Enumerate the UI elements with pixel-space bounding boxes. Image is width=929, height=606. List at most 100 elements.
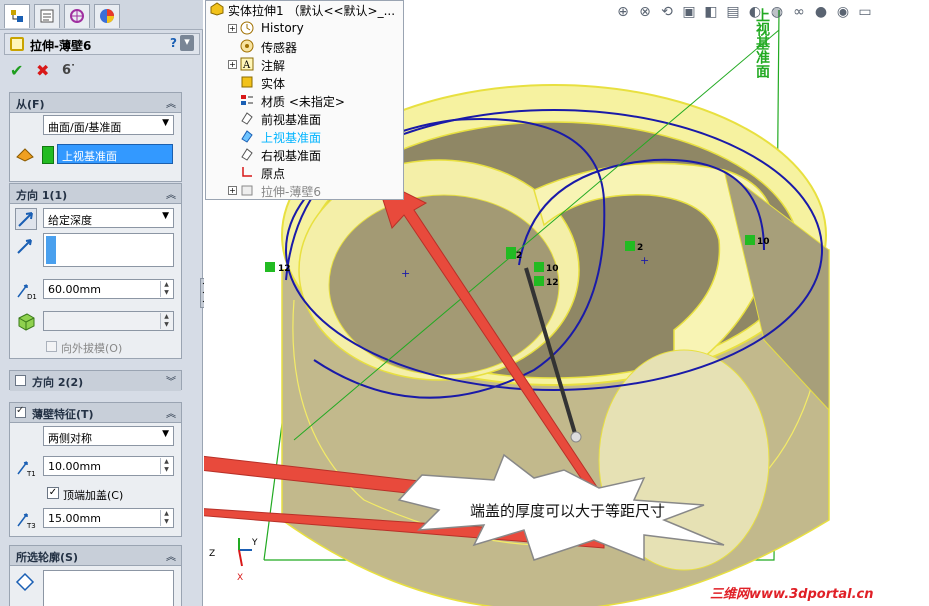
collapse-chevron-icon[interactable]: ︽ bbox=[166, 186, 176, 201]
zoom-to-fit-icon[interactable]: ⊕ bbox=[614, 4, 632, 22]
preview-glasses-button[interactable]: 6ᐝ bbox=[62, 63, 75, 78]
ok-button[interactable]: ✔ bbox=[10, 61, 23, 80]
plane-icon bbox=[241, 148, 253, 161]
tab-display-manager[interactable] bbox=[94, 4, 120, 28]
tree-item-label: 右视基准面 bbox=[261, 149, 322, 163]
display-style-icon[interactable]: ▤ bbox=[724, 4, 742, 22]
line-endpoint[interactable] bbox=[570, 431, 582, 443]
thin-feature-checkbox[interactable] bbox=[15, 405, 26, 418]
callout-text: 端盖的厚度可以大于等距尺寸 bbox=[470, 502, 666, 520]
reverse-direction-icon bbox=[18, 212, 33, 227]
view-glasses-icon[interactable]: ∞ bbox=[790, 4, 808, 22]
svg-text:2: 2 bbox=[516, 251, 522, 261]
property-icon bbox=[40, 9, 54, 23]
edit-appearance-icon[interactable]: ◍ bbox=[768, 4, 786, 22]
cap-thickness-input[interactable]: 15.00mm ▲ ▼ bbox=[43, 508, 174, 528]
annotation-icon: A bbox=[240, 57, 254, 71]
direction2-group: 方向 2(2) ︾ bbox=[9, 370, 182, 391]
configuration-icon bbox=[70, 9, 84, 23]
thickness-input[interactable]: 10.00mm ▲ ▼ bbox=[43, 456, 174, 476]
expand-icon[interactable]: + bbox=[228, 186, 237, 195]
svg-text:2: 2 bbox=[637, 243, 643, 253]
origin-icon bbox=[242, 167, 252, 177]
collapse-chevron-icon[interactable]: ︽ bbox=[166, 95, 176, 110]
realview-icon[interactable]: ◉ bbox=[834, 4, 852, 22]
expand-icon[interactable]: + bbox=[228, 60, 237, 69]
draft-angle-input[interactable]: ▲ ▼ bbox=[43, 311, 174, 331]
thickness-dimension-icon: T1 bbox=[15, 456, 37, 478]
depth-input[interactable]: 60.00mm ▲ ▼ bbox=[43, 279, 174, 299]
direction2-header[interactable]: 方向 2(2) ︾ bbox=[10, 371, 181, 391]
tab-configuration-manager[interactable] bbox=[64, 4, 90, 28]
thin-feature-group: 薄壁特征(T) ︽ 两侧对称 ▼ T1 10.00mm ▲▼ ✓ 顶端加盖(C)… bbox=[9, 402, 182, 537]
tab-feature-manager[interactable] bbox=[4, 4, 30, 28]
reverse-direction-button[interactable] bbox=[15, 208, 37, 230]
detailed-preview-icon[interactable]: ▾ bbox=[180, 35, 194, 51]
watermark: 三维网www.3dportal.cn bbox=[710, 587, 874, 602]
tab-property-manager[interactable] bbox=[34, 4, 60, 28]
contours-list[interactable] bbox=[43, 570, 174, 606]
svg-text:A: A bbox=[242, 60, 251, 71]
cap-ends-checkbox[interactable]: ✓ bbox=[47, 487, 59, 499]
draft-outward-label: 向外拔模(O) bbox=[61, 342, 123, 355]
feature-tree-icon bbox=[11, 10, 23, 22]
relation-tag[interactable]: 12 bbox=[265, 262, 291, 274]
previous-view-icon[interactable]: ⟲ bbox=[658, 4, 676, 22]
tree-root-label[interactable]: 实体拉伸1 （默认<<默认>_... bbox=[228, 2, 395, 19]
feature-title: 拉伸-薄壁6 bbox=[30, 39, 92, 53]
start-condition-select[interactable]: 曲面/面/基准面 ▼ bbox=[43, 115, 174, 135]
expand-chevron-icon[interactable]: ︾ bbox=[166, 373, 176, 388]
feature-title-bar: 拉伸-薄壁6 ? ▾ bbox=[4, 33, 200, 55]
direction1-group: 方向 1(1) ︽ 给定深度 ▼ D1 60.00mm ▲ ▼ ▲ ▼ 向外拔模… bbox=[9, 183, 182, 359]
from-group-header[interactable]: 从(F) ︽ bbox=[10, 93, 181, 113]
draft-icon[interactable] bbox=[15, 310, 37, 332]
collapse-chevron-icon[interactable]: ︽ bbox=[166, 548, 176, 563]
material-icon bbox=[241, 95, 253, 105]
cap-dimension-tag: T3 bbox=[26, 522, 36, 530]
cancel-button[interactable]: ✖ bbox=[36, 61, 49, 80]
tree-item-label: 前视基准面 bbox=[261, 113, 322, 127]
section-view-icon[interactable]: ▣ bbox=[680, 4, 698, 22]
view-settings-icon[interactable]: ▭ bbox=[856, 4, 874, 22]
direction2-header-label: 方向 2(2) bbox=[32, 376, 84, 389]
from-entity-field[interactable]: 上视基准面 bbox=[57, 144, 173, 164]
thin-feature-header[interactable]: 薄壁特征(T) ︽ bbox=[10, 403, 181, 423]
draft-outward-checkbox[interactable] bbox=[46, 341, 57, 352]
thickness-spinner[interactable]: ▲ ▼ bbox=[160, 458, 172, 474]
end-condition-select[interactable]: 给定深度 ▼ bbox=[43, 208, 174, 228]
zoom-area-icon[interactable]: ⊗ bbox=[636, 4, 654, 22]
scene-icon[interactable]: ● bbox=[812, 4, 830, 22]
depth-dimension-icon: D1 bbox=[15, 279, 37, 301]
cap-thickness-spinner[interactable]: ▲ ▼ bbox=[160, 510, 172, 526]
selected-contours-header[interactable]: 所选轮廓(S) ︽ bbox=[10, 546, 181, 566]
hide-show-icon[interactable]: ◐ bbox=[746, 4, 764, 22]
sensor-icon bbox=[240, 39, 254, 53]
part-icon bbox=[210, 2, 224, 16]
help-icon[interactable]: ? bbox=[170, 36, 177, 50]
plane-icon bbox=[241, 112, 253, 125]
svg-text:12: 12 bbox=[278, 264, 291, 274]
direction1-header[interactable]: 方向 1(1) ︽ bbox=[10, 184, 181, 204]
direction-reference-field[interactable] bbox=[43, 233, 174, 267]
plane-icon bbox=[241, 130, 253, 143]
selection-color-swatch bbox=[42, 146, 54, 164]
thickness-dimension-tag: T1 bbox=[26, 470, 36, 478]
chevron-down-icon: ▼ bbox=[162, 429, 169, 439]
depth-value: 60.00mm bbox=[48, 283, 101, 296]
selection-color-swatch bbox=[46, 236, 56, 264]
extrude-icon bbox=[10, 37, 24, 51]
action-bar: ✔ ✖ 6ᐝ bbox=[4, 58, 200, 84]
depth-spinner[interactable]: ▲ ▼ bbox=[160, 281, 172, 297]
from-header-label: 从(F) bbox=[16, 98, 45, 111]
direction2-checkbox[interactable] bbox=[15, 375, 26, 386]
thin-type-select[interactable]: 两侧对称 ▼ bbox=[43, 426, 174, 446]
expand-icon[interactable]: + bbox=[228, 24, 237, 33]
view-orientation-icon[interactable]: ◧ bbox=[702, 4, 720, 22]
svg-text:+: + bbox=[640, 254, 649, 267]
tree-item-label: 实体 bbox=[261, 77, 286, 91]
draft-spinner[interactable]: ▲ ▼ bbox=[160, 313, 172, 329]
collapse-chevron-icon[interactable]: ︽ bbox=[166, 405, 176, 420]
feature-tree-flyout: 实体拉伸1 （默认<<默认>_... + History 传感器 + A 注解 … bbox=[205, 0, 404, 200]
cap-thickness-icon: T3 bbox=[15, 508, 37, 530]
tree-item-label: History bbox=[261, 21, 304, 35]
